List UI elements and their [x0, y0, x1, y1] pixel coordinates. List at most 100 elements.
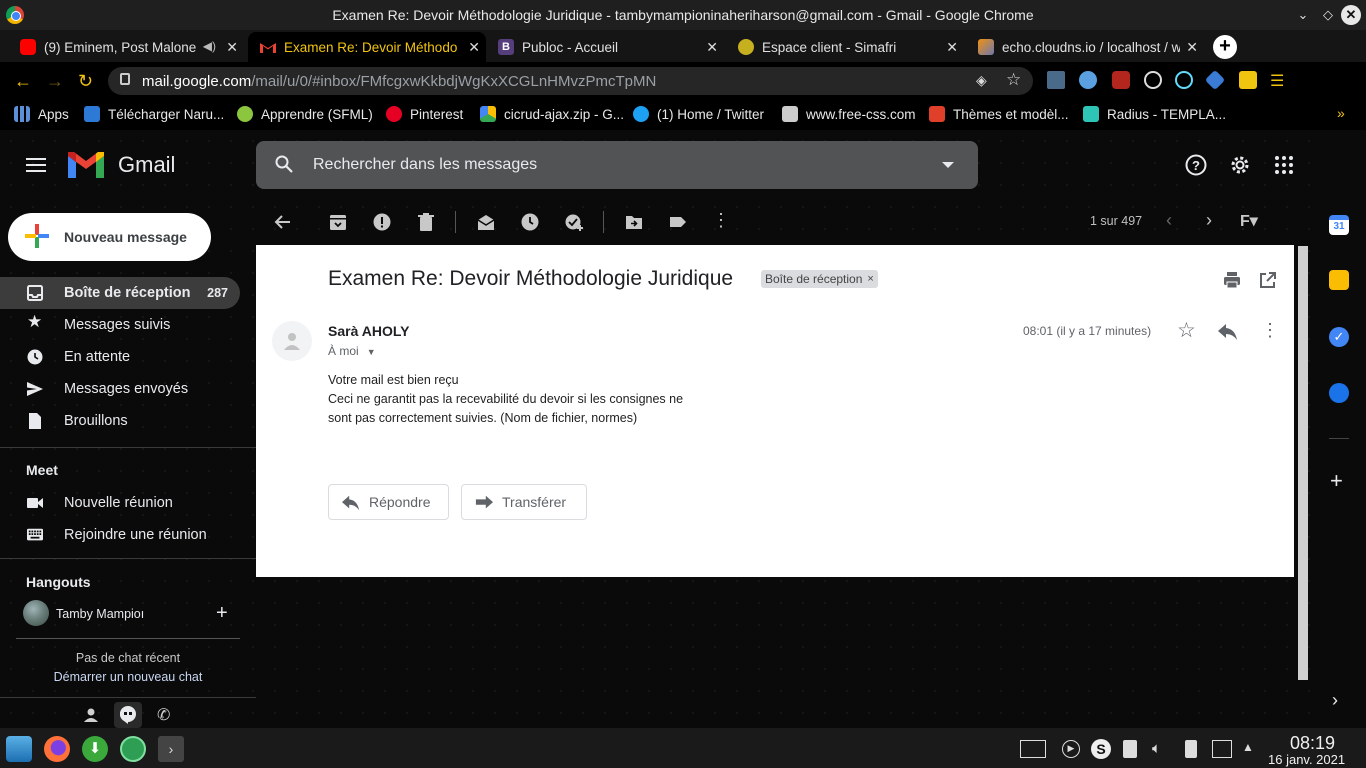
archive-icon[interactable]	[329, 213, 347, 231]
reply-icon[interactable]	[1218, 324, 1238, 340]
add-chat-icon[interactable]: +	[216, 602, 228, 625]
back-icon[interactable]: ←	[14, 71, 32, 92]
tab-publoc[interactable]: B Publoc - Accueil ✕	[486, 32, 724, 62]
react-devtools-icon[interactable]	[1175, 71, 1193, 89]
close-tab-icon[interactable]: ✕	[226, 39, 238, 56]
nav-drafts[interactable]: Brouillons	[0, 405, 240, 437]
bookmark-sfml[interactable]: Apprendre (SFML)	[237, 106, 373, 122]
bookmark-themes[interactable]: Thèmes et modèl...	[929, 106, 1069, 122]
page-scrollbar[interactable]	[1298, 246, 1308, 680]
remove-label-icon[interactable]: ×	[867, 273, 873, 285]
bookmark-apps[interactable]: Apps	[14, 106, 69, 122]
start-chat-link[interactable]: Démarrer un nouveau chat	[0, 670, 256, 684]
delete-trash-icon[interactable]	[417, 213, 435, 231]
start-menu-icon[interactable]	[6, 736, 32, 762]
forward-icon[interactable]: →	[46, 71, 64, 92]
close-tab-icon[interactable]: ✕	[468, 39, 480, 56]
mark-unread-icon[interactable]	[477, 213, 495, 231]
tasks-icon[interactable]: ✓	[1329, 327, 1349, 347]
add-task-icon[interactable]	[565, 213, 583, 231]
bookmark-pinterest[interactable]: Pinterest	[386, 106, 463, 122]
meet-join-meeting[interactable]: Rejoindre une réunion	[0, 519, 240, 551]
color-ext-icon[interactable]	[1204, 69, 1226, 91]
newer-chevron-icon[interactable]: ‹	[1166, 210, 1172, 231]
open-new-window-icon[interactable]	[1259, 271, 1277, 289]
print-icon[interactable]	[1223, 271, 1241, 289]
label-tag-icon[interactable]	[669, 213, 687, 231]
settings-gear-icon[interactable]	[1229, 154, 1251, 176]
firefox-icon[interactable]	[44, 736, 70, 762]
close-window-icon[interactable]: ✕	[1341, 5, 1361, 25]
audio-icon[interactable]: ◀)	[203, 39, 216, 53]
tab-gmail[interactable]: Examen Re: Devoir Méthodol ✕	[248, 32, 486, 62]
reload-icon[interactable]: ↻	[78, 71, 93, 92]
snooze-clock-icon[interactable]	[521, 213, 539, 231]
bookmark-freecss[interactable]: www.free-css.com	[782, 106, 916, 122]
star-message-icon[interactable]: ☆	[1177, 318, 1196, 343]
input-tools-icon[interactable]: F▾	[1240, 211, 1258, 231]
phone-icon[interactable]: ✆	[157, 705, 170, 725]
search-input[interactable]: Rechercher dans les messages	[256, 141, 978, 189]
media-queue-icon[interactable]: ☰	[1270, 71, 1288, 90]
download-ext-icon[interactable]	[1047, 71, 1065, 89]
hangouts-tab[interactable]	[114, 702, 142, 728]
close-tab-icon[interactable]: ✕	[706, 39, 718, 56]
volume-icon[interactable]: 🔈︎	[1152, 740, 1170, 758]
extensions-puzzle-icon[interactable]	[1239, 71, 1257, 89]
contacts-person-icon[interactable]	[83, 707, 99, 723]
nav-inbox[interactable]: Boîte de réception 287	[0, 277, 240, 309]
back-to-inbox-icon[interactable]	[273, 213, 291, 231]
keep-icon[interactable]	[1329, 270, 1349, 290]
contacts-icon[interactable]	[1329, 383, 1349, 403]
nav-sent[interactable]: Messages envoyés	[0, 373, 240, 405]
address-bar[interactable]: mail.google.com/mail/u/0/#inbox/FMfcgxwK…	[108, 67, 1033, 95]
media-play-icon[interactable]: ▶	[1062, 740, 1080, 758]
vpn-ext-icon[interactable]	[1079, 71, 1097, 89]
help-icon[interactable]: ?	[1185, 154, 1207, 176]
inbox-label-chip[interactable]: Boîte de réception ×	[761, 270, 878, 288]
hangouts-user-avatar[interactable]	[23, 600, 49, 626]
minimize-icon[interactable]: ⌄	[1293, 5, 1313, 25]
new-tab-button[interactable]: +	[1213, 35, 1237, 59]
bookmark-twitter[interactable]: (1) Home / Twitter	[633, 106, 764, 122]
download-manager-icon[interactable]: ⬇	[82, 736, 108, 762]
close-tab-icon[interactable]: ✕	[946, 39, 958, 56]
sender-name[interactable]: Sarà AHOLY	[328, 323, 409, 339]
recipient-dropdown[interactable]: À moi ▼	[328, 344, 376, 358]
move-to-folder-icon[interactable]	[625, 213, 643, 231]
more-message-options-icon[interactable]: ⋮	[1261, 320, 1279, 341]
reply-button[interactable]: Répondre	[328, 484, 449, 520]
search-options-icon[interactable]	[942, 162, 954, 168]
google-apps-icon[interactable]	[1273, 154, 1295, 176]
clock-date[interactable]: 16 janv. 2021	[1268, 752, 1345, 767]
meet-new-meeting[interactable]: Nouvelle réunion	[0, 487, 240, 519]
clipboard-icon[interactable]	[1123, 740, 1137, 758]
react-ext-icon[interactable]	[1144, 71, 1162, 89]
maximize-icon[interactable]: ◇	[1318, 5, 1338, 25]
older-chevron-icon[interactable]: ›	[1206, 210, 1212, 231]
ublock-ext-icon[interactable]	[1112, 71, 1130, 89]
more-bookmarks-icon[interactable]: »	[1337, 105, 1345, 121]
bookmark-star-icon[interactable]: ☆	[1006, 70, 1021, 90]
report-spam-icon[interactable]	[373, 213, 391, 231]
get-addons-plus-icon[interactable]: +	[1330, 468, 1343, 494]
main-menu-icon[interactable]	[26, 158, 46, 172]
nav-starred[interactable]: ★ Messages suivis	[0, 309, 240, 341]
tab-simafri[interactable]: Espace client - Simafri ✕	[726, 32, 964, 62]
tab-phpmyadmin[interactable]: echo.cloudns.io / localhost / w ✕	[966, 32, 1204, 62]
show-desktop-icon[interactable]	[1020, 740, 1046, 758]
skype-icon[interactable]: S	[1091, 739, 1111, 759]
close-tab-icon[interactable]: ✕	[1186, 39, 1198, 56]
bookmark-radius[interactable]: Radius - TEMPLA...	[1083, 106, 1226, 122]
tray-expand-icon[interactable]: ▲	[1242, 740, 1260, 758]
tab-youtube[interactable]: (9) Eminem, Post Malone ◀) ✕	[8, 32, 244, 62]
network-icon[interactable]	[1212, 740, 1232, 758]
terminal-icon[interactable]: ›	[158, 736, 184, 762]
forward-button[interactable]: Transférer	[461, 484, 587, 520]
clock-time[interactable]: 08:19	[1290, 733, 1335, 754]
bookmark-naruto[interactable]: Télécharger Naru...	[84, 106, 224, 122]
show-side-panel-icon[interactable]: ›	[1332, 690, 1338, 711]
bookmark-cicrud[interactable]: cicrud-ajax.zip - G...	[480, 106, 624, 122]
nav-snoozed[interactable]: En attente	[0, 341, 240, 373]
compose-button[interactable]: Nouveau message	[8, 213, 211, 261]
